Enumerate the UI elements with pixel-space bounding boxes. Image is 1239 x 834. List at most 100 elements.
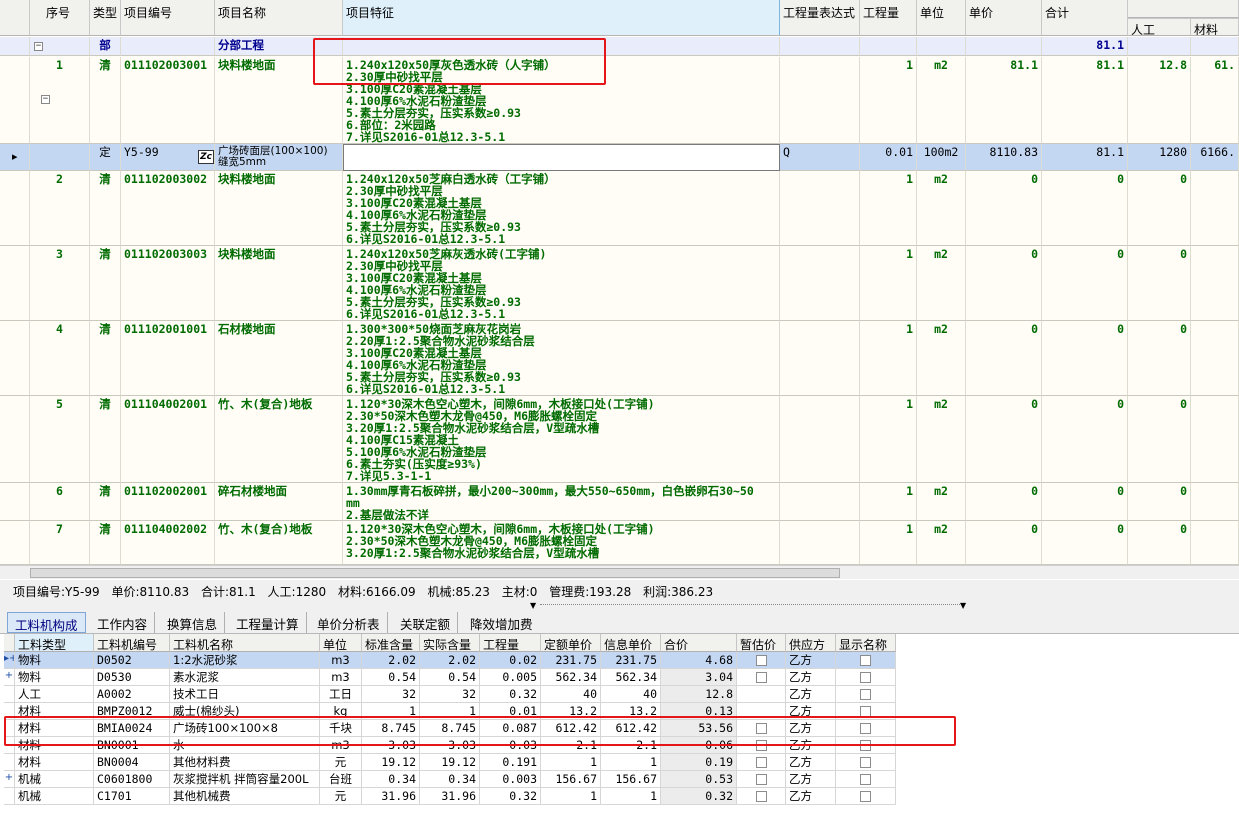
cell-ind[interactable] [0, 321, 30, 396]
cell-material[interactable] [1191, 396, 1239, 483]
material-cell-unit[interactable]: 千块 [320, 720, 362, 737]
material-row[interactable]: 材料 BMIA0024 广场砖100×100×8 千块 8.745 8.745 0.087 6… [0, 720, 900, 737]
material-cell-mark[interactable]: + [4, 771, 15, 788]
lower-header-act[interactable]: 实际含量 [420, 634, 480, 652]
material-cell-supplier[interactable]: 乙方 [786, 737, 836, 754]
material-row[interactable]: + 机械 C0601800 灰浆搅拌机 拌筒容量200L 台班 0.34 0.34 0.003… [0, 771, 900, 788]
material-cell-qty[interactable]: 0.03 [480, 737, 541, 754]
material-cell-std[interactable]: 2.02 [362, 652, 420, 669]
cell-unit[interactable]: m2 [917, 246, 966, 321]
cell-ind[interactable] [0, 246, 30, 321]
cell-ind[interactable] [0, 396, 30, 483]
cell-expr[interactable] [780, 321, 860, 396]
material-cell-unit[interactable]: 元 [320, 788, 362, 805]
cell-unit[interactable]: 100m2 [917, 144, 966, 171]
display-name-checkbox[interactable] [860, 672, 871, 683]
material-cell-mark[interactable] [4, 788, 15, 805]
cell-labor[interactable]: 1280 [1128, 144, 1191, 171]
material-row[interactable]: 材料 BN0001 水 m3 3.03 3.03 0.03 2.1 2.1 0.06 乙方 [0, 737, 900, 754]
tab-quantity-calc[interactable]: 工程量计算 [229, 612, 307, 633]
cell-labor[interactable]: 12.8 [1128, 57, 1191, 144]
lower-header-quota-price[interactable]: 定额单价 [541, 634, 601, 652]
cell-total[interactable]: 0 [1042, 483, 1128, 521]
material-cell-estimate[interactable] [737, 720, 786, 737]
cell-expr[interactable] [780, 396, 860, 483]
cell-feature[interactable]: 1.120*30深木色空心塑木，间隙6mm，木板接口处(工字铺) 2.30*50… [343, 396, 780, 483]
material-cell-estimate[interactable] [737, 771, 786, 788]
cell-qty[interactable]: 1 [860, 57, 917, 144]
display-name-checkbox[interactable] [860, 791, 871, 802]
material-cell-qty[interactable]: 0.191 [480, 754, 541, 771]
header-qty[interactable]: 工程量 [860, 0, 917, 36]
material-cell-std[interactable]: 8.745 [362, 720, 420, 737]
material-cell-type[interactable]: 物料 [15, 652, 94, 669]
material-row[interactable]: 人工 A0002 技术工日 工日 32 32 0.32 40 40 12.8 乙方 [0, 686, 900, 703]
material-cell-qty[interactable]: 0.087 [480, 720, 541, 737]
cell-qty[interactable]: 1 [860, 321, 917, 396]
cell-expr[interactable] [780, 483, 860, 521]
material-cell-sum[interactable]: 4.68 [661, 652, 737, 669]
material-cell-code[interactable]: BN0001 [94, 737, 170, 754]
cell-feature[interactable]: 1.120*30深木色空心塑木，间隙6mm，木板接口处(工字铺) 2.30*50… [343, 521, 780, 565]
cell-name[interactable]: 块料楼地面 [215, 246, 343, 321]
cell-ind[interactable] [0, 171, 30, 246]
cell-price[interactable]: 0 [966, 171, 1042, 246]
cell-total[interactable]: 0 [1042, 171, 1128, 246]
material-cell-act[interactable]: 19.12 [420, 754, 480, 771]
material-cell-code[interactable]: BN0004 [94, 754, 170, 771]
material-cell-supplier[interactable]: 乙方 [786, 669, 836, 686]
material-cell-unit[interactable]: 台班 [320, 771, 362, 788]
material-cell-supplier[interactable]: 乙方 [786, 788, 836, 805]
cell-name[interactable]: 块料楼地面 [215, 171, 343, 246]
material-cell-unit[interactable]: 元 [320, 754, 362, 771]
cell-price[interactable]: 0 [966, 396, 1042, 483]
material-cell-quota_price[interactable]: 40 [541, 686, 601, 703]
cell-code[interactable]: 011104002002 [121, 521, 215, 565]
cell-qty[interactable]: 1 [860, 171, 917, 246]
estimate-checkbox[interactable] [755, 740, 767, 751]
cell-expr[interactable] [780, 171, 860, 246]
material-cell-unit[interactable]: kg [320, 703, 362, 720]
header-code[interactable]: 项目编号 [121, 0, 215, 36]
lower-header-supplier[interactable]: 供应方 [786, 634, 836, 652]
cell-price[interactable]: 8110.83 [966, 144, 1042, 171]
material-cell-act[interactable]: 0.34 [420, 771, 480, 788]
cell-material[interactable]: 6166. [1191, 144, 1239, 171]
material-cell-act[interactable]: 1 [420, 703, 480, 720]
estimate-checkbox[interactable] [755, 655, 767, 666]
material-cell-sum[interactable]: 0.32 [661, 788, 737, 805]
material-cell-type[interactable]: 机械 [15, 788, 94, 805]
material-cell-type[interactable]: 机械 [15, 771, 94, 788]
splitter-down-icon-right[interactable]: ▼ [960, 601, 966, 610]
bill-row[interactable]: 2 清 011102003002 块料楼地面 1.240x120x50芝麻白透水砖（工字… [0, 171, 1239, 246]
cell-type[interactable]: 清 [90, 57, 121, 144]
cell-labor[interactable] [1128, 37, 1191, 56]
cell-qty[interactable]: 1 [860, 246, 917, 321]
header-seq[interactable]: 序号 [30, 0, 90, 36]
cell-price[interactable]: 81.1 [966, 57, 1042, 144]
cell-feature[interactable]: 1.240x120x50芝麻白透水砖（工字铺） 2.30厚中砂找平层 3.100… [343, 171, 780, 246]
header-type[interactable]: 类型 [90, 0, 121, 36]
material-cell-quota_price[interactable]: 562.34 [541, 669, 601, 686]
cell-total[interactable]: 0 [1042, 396, 1128, 483]
material-cell-name[interactable]: 其他材料费 [170, 754, 320, 771]
cell-feature[interactable] [343, 144, 780, 171]
material-cell-sum[interactable]: 3.04 [661, 669, 737, 686]
material-cell-info_price[interactable]: 40 [601, 686, 661, 703]
cell-unit[interactable]: m2 [917, 57, 966, 144]
bill-row[interactable]: 1 清 011102003001 块料楼地面 1.240x120x50厚灰色透水砖（人字… [0, 57, 1239, 144]
cell-seq[interactable]: 4 [30, 321, 90, 396]
cell-seq[interactable] [30, 144, 90, 171]
material-cell-type[interactable]: 材料 [15, 737, 94, 754]
material-cell-name[interactable]: 1:2水泥砂浆 [170, 652, 320, 669]
header-expr[interactable]: 工程量表达式 [780, 0, 860, 36]
material-cell-estimate[interactable] [737, 754, 786, 771]
cell-labor[interactable]: 0 [1128, 521, 1191, 565]
material-cell-mark[interactable] [4, 703, 15, 720]
material-cell-sum[interactable]: 0.53 [661, 771, 737, 788]
material-cell-std[interactable]: 19.12 [362, 754, 420, 771]
dept-row[interactable]: 部 分部工程 81.1 − [0, 37, 1239, 56]
material-cell-type[interactable]: 物料 [15, 669, 94, 686]
cell-name[interactable]: 石材楼地面 [215, 321, 343, 396]
tab-conversion-info[interactable]: 换算信息 [160, 612, 226, 633]
